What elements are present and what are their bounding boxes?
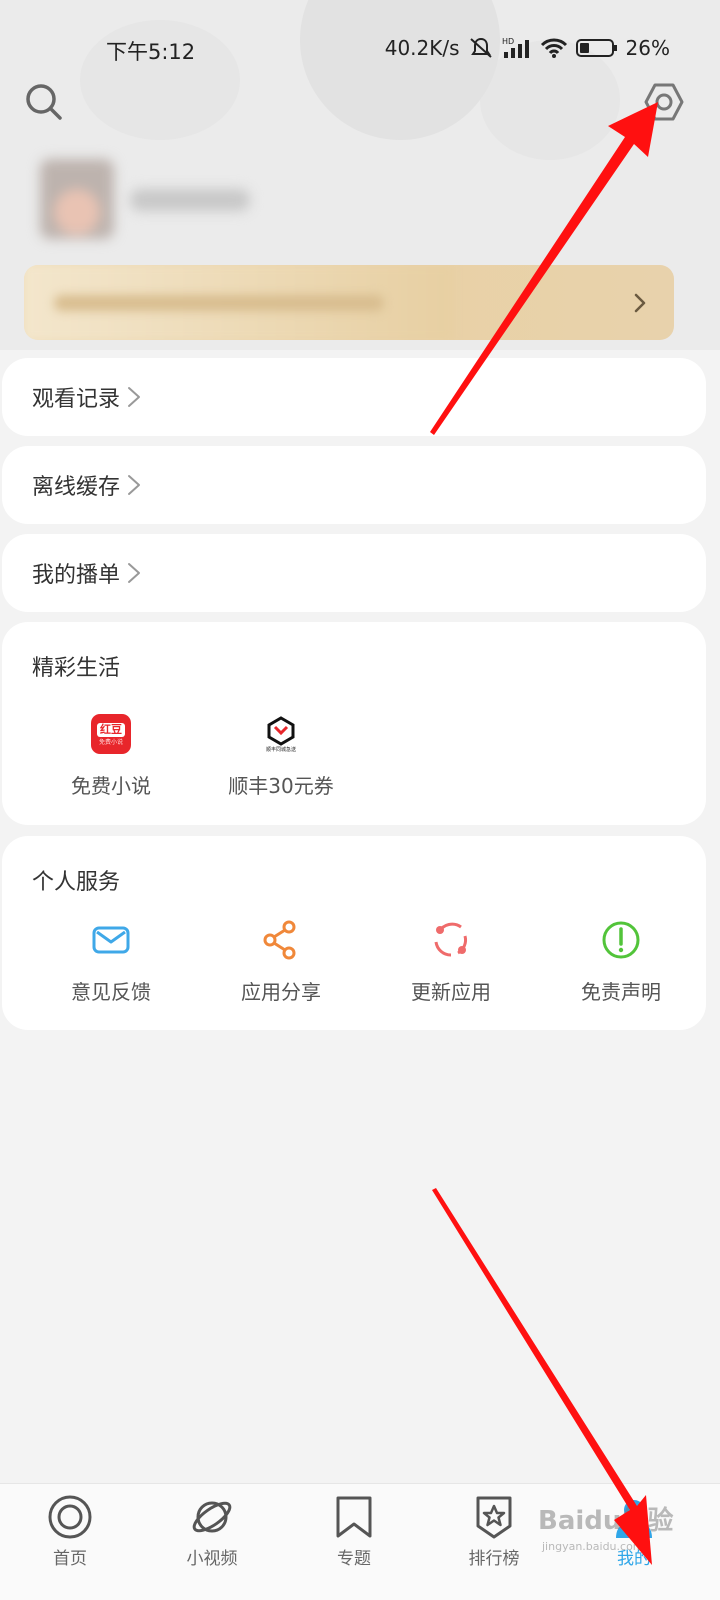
watermark-logo: Baidu经验 jingyan.baidu.com bbox=[538, 1500, 688, 1560]
vip-banner-text bbox=[54, 295, 384, 311]
username bbox=[130, 189, 250, 211]
tab-home[interactable]: 首页 bbox=[10, 1494, 130, 1569]
home-icon bbox=[48, 1495, 92, 1539]
status-indicators: 40.2K/s HD 26% bbox=[385, 36, 670, 60]
grid-label: 意见反馈 bbox=[71, 980, 151, 1004]
user-profile[interactable] bbox=[30, 155, 290, 245]
feedback-item[interactable]: 意见反馈 bbox=[26, 918, 196, 1005]
refresh-icon bbox=[434, 922, 467, 957]
free-novel-item[interactable]: 红豆 免费小说 免费小说 bbox=[26, 712, 196, 799]
novel-icon-text: 红豆 bbox=[97, 722, 125, 737]
share-app-item[interactable]: 应用分享 bbox=[196, 918, 366, 1005]
novel-app-icon: 红豆 免费小说 bbox=[89, 712, 133, 756]
mail-icon bbox=[92, 926, 130, 954]
exclamation-icon bbox=[602, 921, 640, 959]
tab-label: 小视频 bbox=[186, 1549, 238, 1569]
watermark-text: Baidu经验 bbox=[538, 1506, 674, 1536]
grid-label: 免费小说 bbox=[71, 774, 151, 798]
chevron-right-icon bbox=[128, 387, 141, 407]
sf-coupon-item[interactable]: 顺丰同城急送 顺丰30元券 bbox=[196, 712, 366, 799]
header-pattern bbox=[300, 0, 500, 140]
tab-label: 首页 bbox=[53, 1549, 87, 1569]
tab-short-video[interactable]: 小视频 bbox=[152, 1494, 272, 1569]
search-icon bbox=[26, 84, 62, 120]
sf-icon-caption: 顺丰同城急送 bbox=[265, 746, 296, 753]
update-app-item[interactable]: 更新应用 bbox=[366, 918, 536, 1005]
tab-topics[interactable]: 专题 bbox=[294, 1494, 414, 1569]
tab-label: 排行榜 bbox=[468, 1549, 520, 1569]
chevron-right-icon bbox=[128, 475, 141, 495]
grid-label: 免责声明 bbox=[581, 980, 661, 1004]
offline-cache-row[interactable]: 离线缓存 bbox=[2, 446, 706, 524]
section-title: 精彩生活 bbox=[32, 656, 121, 681]
settings-button[interactable] bbox=[644, 82, 684, 122]
avatar[interactable] bbox=[40, 159, 114, 239]
battery-icon bbox=[575, 39, 617, 57]
watermark-subtext: jingyan.baidu.com bbox=[542, 1540, 644, 1553]
battery-level: 26% bbox=[625, 36, 670, 60]
mute-icon bbox=[469, 37, 492, 58]
wifi-icon bbox=[540, 38, 567, 58]
grid-label: 应用分享 bbox=[241, 980, 321, 1004]
svg-text:HD: HD bbox=[502, 37, 514, 46]
status-bar: 下午5:12 40.2K/s HD 26% bbox=[0, 30, 720, 70]
planet-icon bbox=[192, 1501, 232, 1533]
service-section: 个人服务 意见反馈 应用分享 更新应用 免责声明 bbox=[2, 836, 706, 1030]
chevron-right-icon bbox=[634, 293, 646, 313]
novel-icon-subtext: 免费小说 bbox=[98, 738, 123, 746]
grid-label: 更新应用 bbox=[411, 980, 491, 1004]
bookmark-icon bbox=[336, 1496, 372, 1538]
chevron-right-icon bbox=[128, 563, 141, 583]
row-label: 离线缓存 bbox=[32, 475, 121, 500]
life-section: 精彩生活 红豆 免费小说 免费小说 顺丰同城急送 顺丰30元券 bbox=[2, 622, 706, 825]
vip-banner[interactable] bbox=[24, 265, 674, 340]
tab-rankings[interactable]: 排行榜 bbox=[434, 1494, 554, 1569]
sf-express-icon: 顺丰同城急送 bbox=[259, 712, 303, 756]
network-speed: 40.2K/s bbox=[384, 36, 460, 60]
disclaimer-item[interactable]: 免责声明 bbox=[536, 918, 706, 1005]
grid-label: 顺丰30元券 bbox=[228, 774, 334, 798]
section-title: 个人服务 bbox=[32, 870, 121, 895]
star-badge-icon bbox=[476, 1496, 512, 1539]
watch-history-row[interactable]: 观看记录 bbox=[2, 358, 706, 436]
status-time: 下午5:12 bbox=[106, 40, 196, 64]
search-button[interactable] bbox=[24, 82, 64, 122]
my-playlist-row[interactable]: 我的播单 bbox=[2, 534, 706, 612]
signal-icon: HD bbox=[502, 37, 529, 58]
settings-icon bbox=[644, 83, 684, 121]
share-icon bbox=[263, 920, 296, 960]
tab-label: 专题 bbox=[337, 1549, 371, 1569]
row-label: 观看记录 bbox=[32, 387, 121, 412]
row-label: 我的播单 bbox=[32, 563, 121, 588]
